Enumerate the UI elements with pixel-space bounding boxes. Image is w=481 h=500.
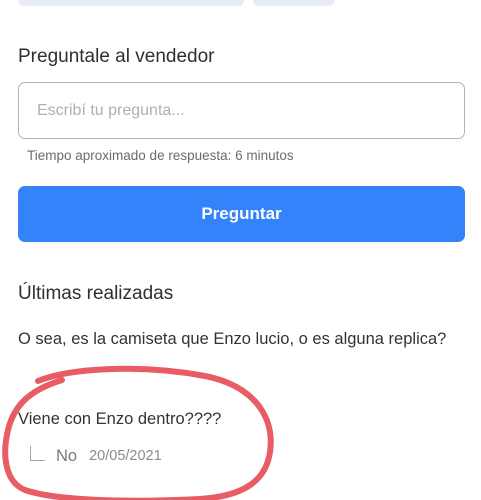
top-chip[interactable] — [18, 0, 244, 6]
reply-arrow-icon — [30, 446, 45, 461]
answer-date: 20/05/2021 — [89, 448, 162, 464]
question-input[interactable] — [18, 82, 465, 139]
answer-row: No 20/05/2021 — [30, 440, 162, 468]
annotation-stroke — [2, 365, 274, 500]
question-item: Viene con Enzo dentro???? — [18, 410, 222, 428]
ask-seller-title: Preguntale al vendedor — [18, 46, 215, 67]
top-chip[interactable] — [253, 0, 335, 6]
ask-button[interactable]: Preguntar — [18, 186, 465, 242]
product-questions-page: Preguntale al vendedor Tiempo aproximado… — [0, 0, 481, 500]
recent-questions-title: Últimas realizadas — [18, 283, 174, 304]
response-time-note: Tiempo aproximado de respuesta: 6 minuto… — [27, 148, 294, 163]
answer-text: No — [56, 447, 78, 465]
question-item: O sea, es la camiseta que Enzo lucio, o … — [18, 330, 447, 348]
